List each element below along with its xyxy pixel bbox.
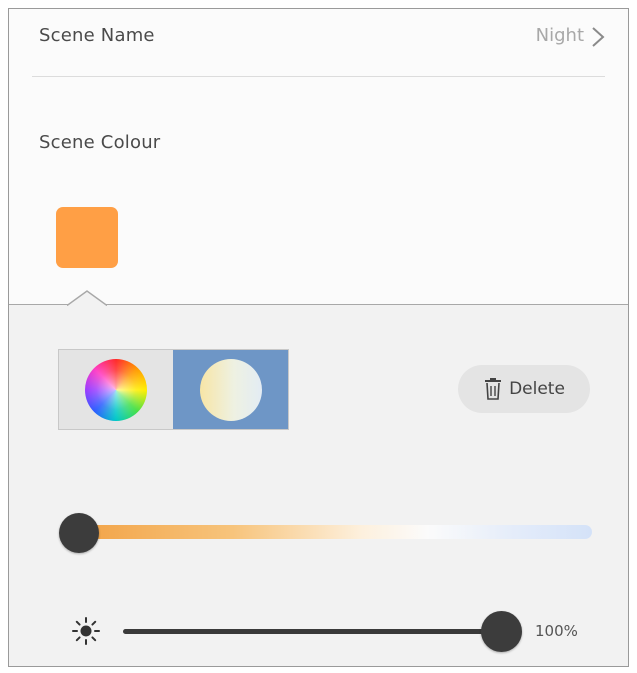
brightness-slider-handle[interactable] xyxy=(481,611,522,652)
colour-temperature-slider-handle[interactable] xyxy=(59,513,99,553)
scene-name-row[interactable]: Scene Name Night xyxy=(9,9,628,75)
colour-mode-toggle xyxy=(58,349,289,430)
scene-name-label: Scene Name xyxy=(39,25,155,46)
scene-colour-label: Scene Colour xyxy=(39,132,161,153)
picker-pointer-notch xyxy=(67,290,107,306)
white-temperature-mode-button[interactable] xyxy=(173,350,288,429)
scene-settings-section: Scene Name Night Scene Colour xyxy=(9,9,628,304)
brightness-value: 100% xyxy=(535,622,578,640)
color-wheel-mode-button[interactable] xyxy=(59,350,173,429)
delete-label: Delete xyxy=(509,379,565,399)
scene-colour-swatch[interactable] xyxy=(56,207,118,268)
scene-editor-panel: Scene Name Night Scene Colour Delete 100… xyxy=(8,8,629,667)
chevron-right-icon xyxy=(592,27,605,47)
color-wheel-icon xyxy=(85,358,147,421)
brightness-slider[interactable] xyxy=(123,629,508,634)
warm-white-icon xyxy=(199,358,262,421)
scene-name-value: Night xyxy=(535,25,584,46)
sun-icon xyxy=(72,617,100,645)
trash-icon xyxy=(485,378,502,400)
colour-temperature-slider[interactable] xyxy=(79,525,592,539)
divider xyxy=(32,76,605,77)
delete-button[interactable]: Delete xyxy=(458,365,590,413)
